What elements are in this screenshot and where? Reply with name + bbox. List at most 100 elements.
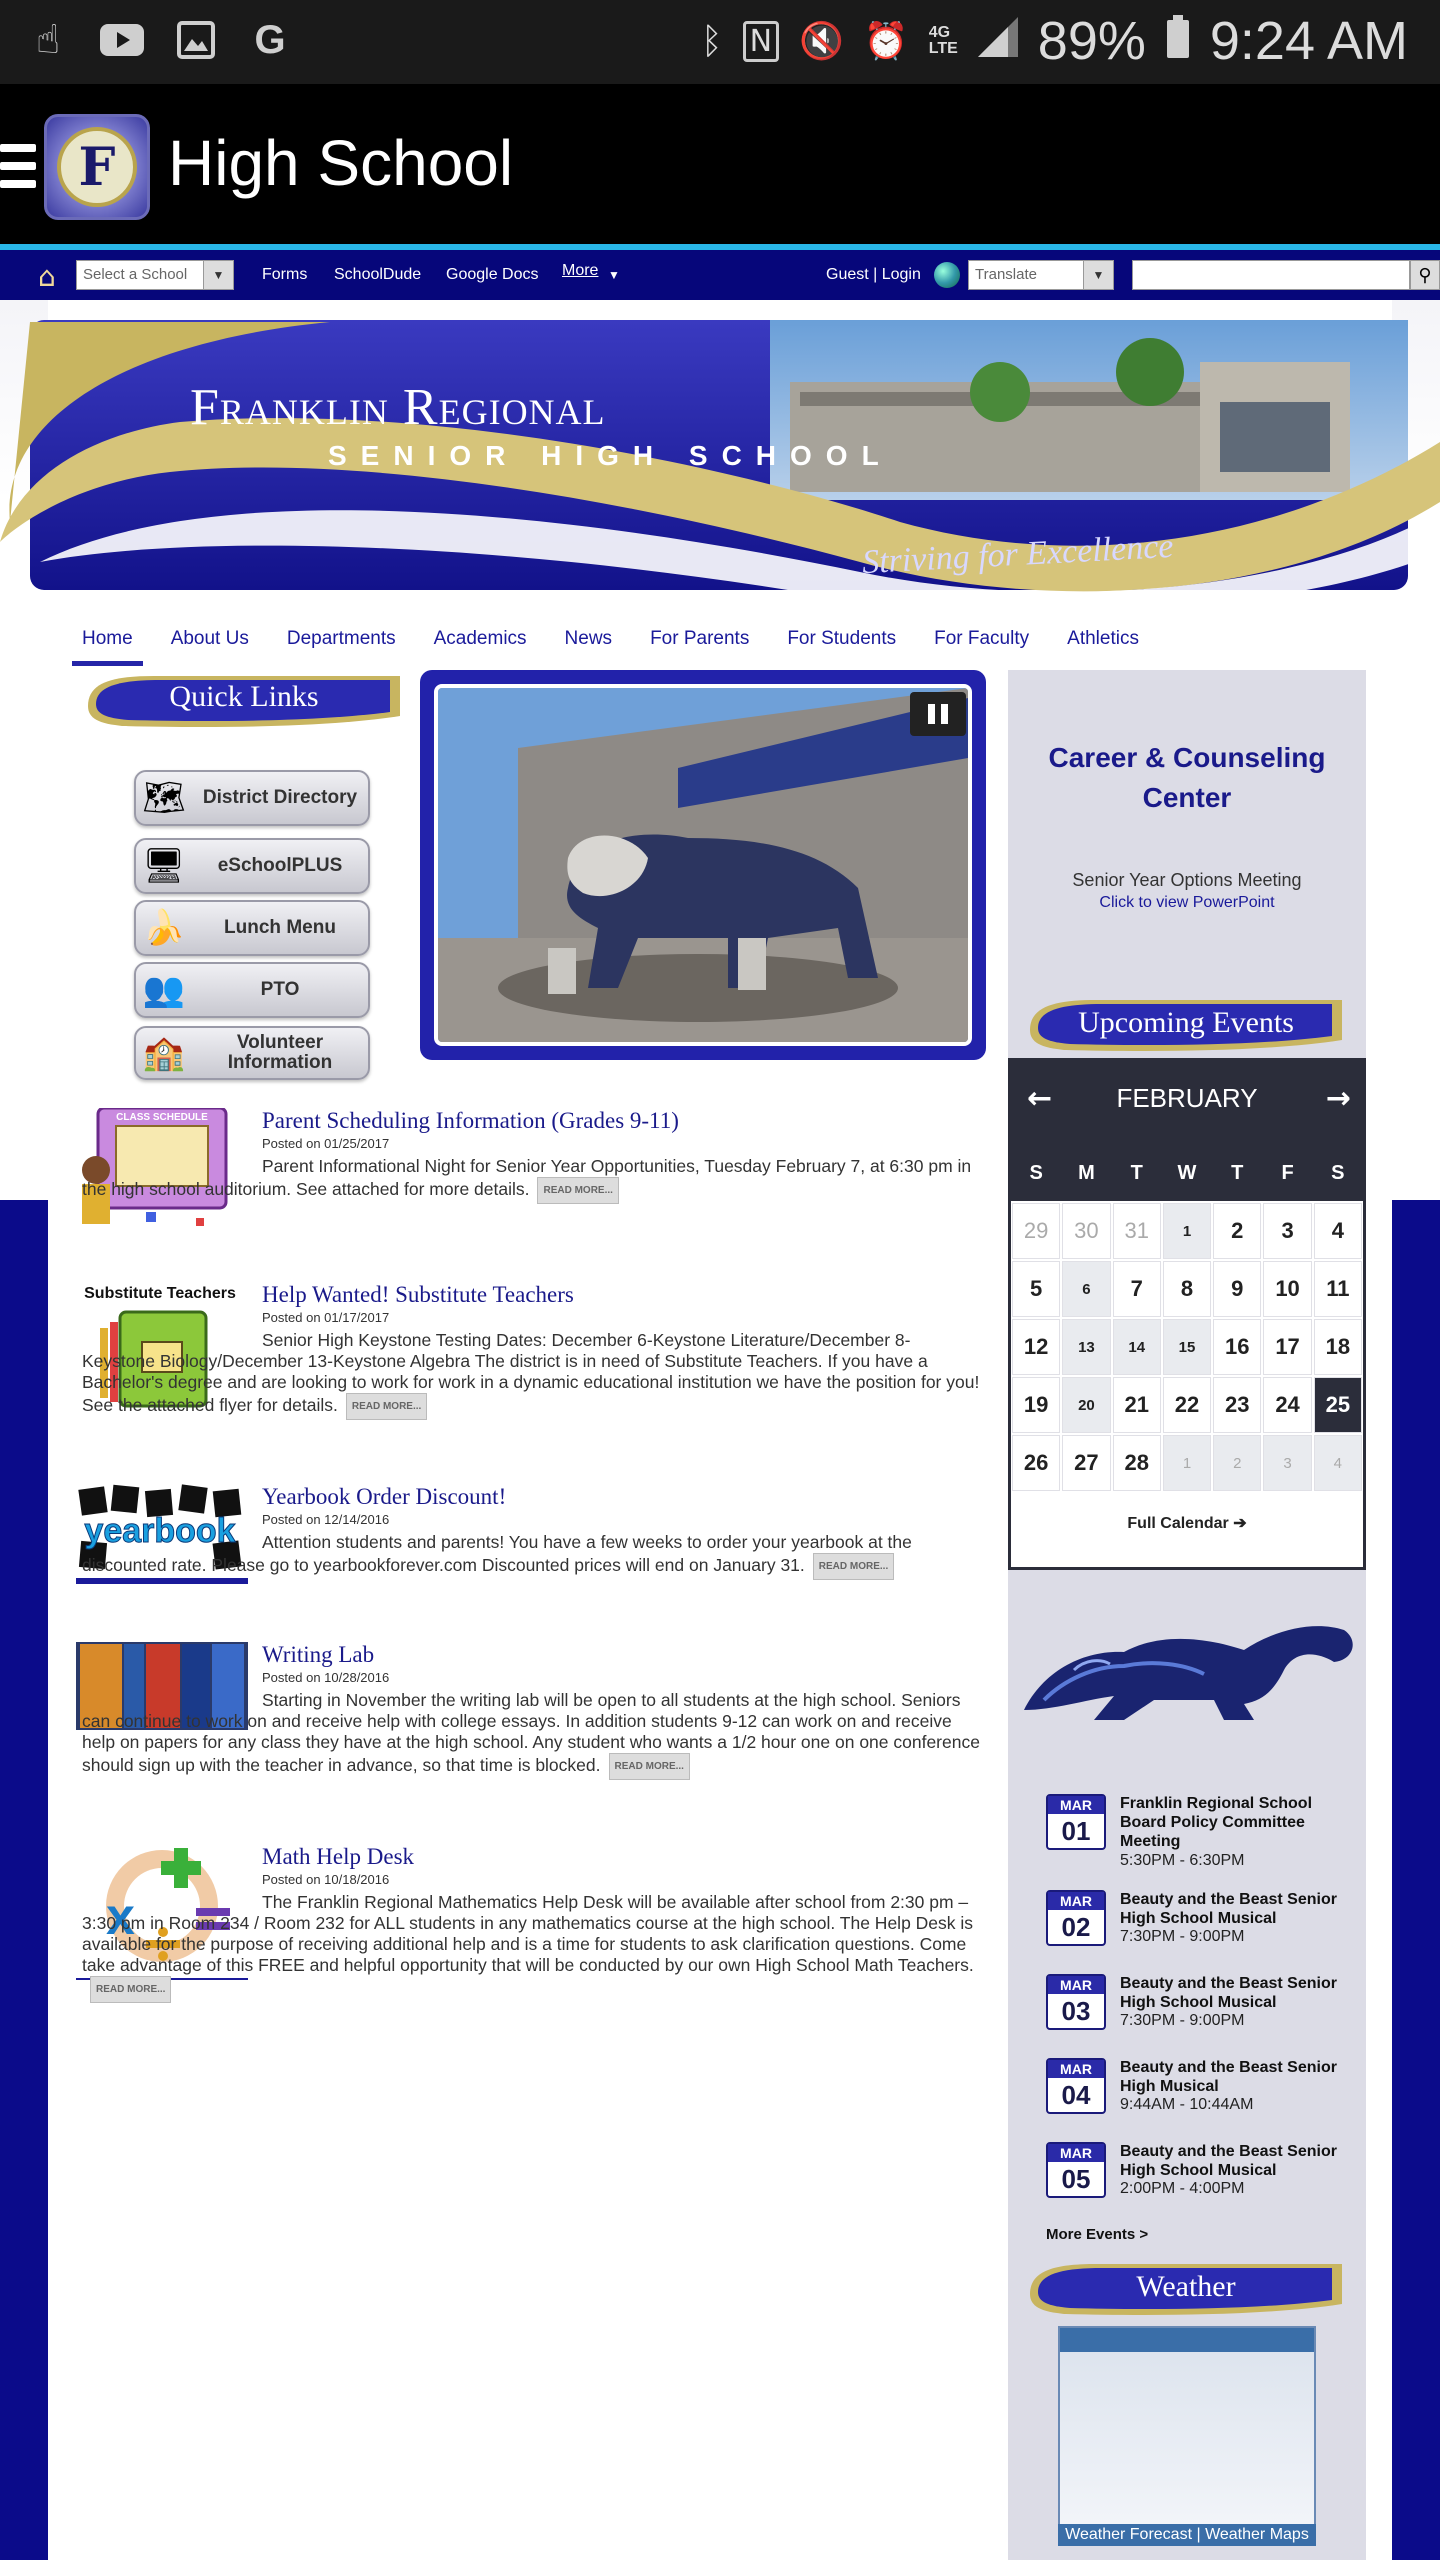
calendar-day[interactable]: 17 (1263, 1319, 1312, 1375)
calendar-day[interactable]: 28 (1112, 1435, 1161, 1491)
calendar-day[interactable]: 2 (1213, 1203, 1262, 1259)
calendar-day[interactable]: 5 (1012, 1261, 1061, 1317)
counseling-title[interactable]: Career & Counseling Center (1008, 738, 1366, 818)
translate-select[interactable]: Translate ▼ (968, 260, 1114, 290)
event-title[interactable]: Franklin Regional School Board Policy Co… (1120, 1794, 1356, 1851)
school-select[interactable]: Select a School ▼ (76, 260, 234, 290)
pto-button[interactable]: 👥 PTO (134, 962, 370, 1018)
event-item[interactable]: MAR 04 Beauty and the Beast Senior High … (1046, 2058, 1356, 2138)
news-title[interactable]: Parent Scheduling Information (Grades 9-… (262, 1108, 679, 1134)
event-month: MAR (1048, 1892, 1104, 1910)
calendar-day[interactable]: 11 (1313, 1261, 1362, 1317)
nav-academics[interactable]: Academics (434, 622, 527, 666)
pause-icon[interactable] (910, 692, 966, 736)
calendar-day[interactable]: 4 (1313, 1435, 1362, 1491)
read-more-button[interactable]: READ MORE... (537, 1177, 619, 1204)
calendar-day[interactable]: 18 (1313, 1319, 1362, 1375)
calendar-day[interactable]: 27 (1062, 1435, 1111, 1491)
calendar-day[interactable]: 3 (1263, 1203, 1312, 1259)
arrow-right-icon[interactable]: → (1326, 1081, 1351, 1116)
news-title[interactable]: Yearbook Order Discount! (262, 1484, 506, 1510)
banana-icon: 🍌 (142, 908, 186, 948)
volunteer-information-button[interactable]: 🏫 Volunteer Information (134, 1026, 370, 1080)
nav-news[interactable]: News (565, 622, 613, 666)
calendar-day[interactable]: 8 (1162, 1261, 1212, 1317)
utility-nav: ⌂ Select a School ▼ Forms SchoolDude Goo… (0, 250, 1440, 300)
calendar-day[interactable]: 31 (1112, 1203, 1161, 1259)
news-title[interactable]: Writing Lab (262, 1642, 374, 1668)
google-docs-link[interactable]: Google Docs (446, 266, 539, 284)
calendar-day[interactable]: 30 (1062, 1203, 1111, 1259)
calendar-day[interactable]: 9 (1213, 1261, 1262, 1317)
calendar-day[interactable]: 12 (1012, 1319, 1061, 1375)
calendar-day[interactable]: 15 (1162, 1319, 1212, 1375)
banner-title: Franklin Regional (190, 379, 606, 436)
calendar-day[interactable]: 25 (1313, 1377, 1362, 1433)
people-icon: 👥 (142, 970, 186, 1010)
home-icon[interactable]: ⌂ (38, 260, 56, 293)
weekday-label: T (1231, 1162, 1244, 1184)
event-title[interactable]: Beauty and the Beast Senior High Musical (1120, 2058, 1356, 2096)
event-item[interactable]: MAR 03 Beauty and the Beast Senior High … (1046, 1974, 1356, 2054)
nav-athletics[interactable]: Athletics (1067, 622, 1139, 666)
more-events-link[interactable]: More Events > (1046, 2226, 1148, 2243)
weather-links[interactable]: Weather Forecast | Weather Maps (1058, 2524, 1316, 2546)
calendar-day[interactable]: 2 (1213, 1435, 1262, 1491)
event-item[interactable]: MAR 01 Franklin Regional School Board Po… (1046, 1794, 1356, 1874)
calendar-day[interactable]: 26 (1012, 1435, 1061, 1491)
menu-icon[interactable] (0, 144, 36, 198)
news-body-text: Starting in November the writing lab wil… (82, 1690, 980, 1776)
calendar-day[interactable]: 21 (1112, 1377, 1161, 1433)
news-title[interactable]: Math Help Desk (262, 1844, 414, 1870)
slideshow-image[interactable] (434, 684, 972, 1046)
event-date-badge: MAR 04 (1046, 2058, 1106, 2114)
calendar-day[interactable]: 24 (1263, 1377, 1312, 1433)
calendar-day[interactable]: 1 (1162, 1203, 1212, 1259)
nav-for-faculty[interactable]: For Faculty (934, 622, 1029, 666)
eschoolplus-button[interactable]: 🖥 eSchoolPLUS (134, 838, 370, 894)
calendar-day[interactable]: 22 (1162, 1377, 1212, 1433)
calendar-day[interactable]: 16 (1213, 1319, 1262, 1375)
news-title[interactable]: Help Wanted! Substitute Teachers (262, 1282, 574, 1308)
forms-link[interactable]: Forms (262, 266, 307, 284)
calendar-day[interactable]: 20 (1062, 1377, 1111, 1433)
event-title[interactable]: Beauty and the Beast Senior High School … (1120, 1890, 1356, 1928)
search-input[interactable] (1132, 260, 1410, 290)
lunch-menu-button[interactable]: 🍌 Lunch Menu (134, 900, 370, 956)
nav-home[interactable]: Home (72, 622, 143, 666)
search-icon[interactable]: ⚲ (1410, 260, 1440, 290)
nav-for-students[interactable]: For Students (787, 622, 896, 666)
calendar-day[interactable]: 1 (1162, 1435, 1212, 1491)
event-item[interactable]: MAR 05 Beauty and the Beast Senior High … (1046, 2142, 1356, 2222)
calendar-day[interactable]: 13 (1062, 1319, 1111, 1375)
full-calendar-link[interactable]: Full Calendar ➔ (1011, 1513, 1363, 1533)
login-link[interactable]: Guest | Login (826, 266, 921, 284)
read-more-button[interactable]: READ MORE... (608, 1753, 690, 1780)
calendar-day[interactable]: 6 (1062, 1261, 1111, 1317)
read-more-button[interactable]: READ MORE... (90, 1976, 172, 2003)
event-title[interactable]: Beauty and the Beast Senior High School … (1120, 1974, 1356, 2012)
read-more-button[interactable]: READ MORE... (812, 1553, 895, 1580)
nav-about-us[interactable]: About Us (171, 622, 249, 666)
calendar-day[interactable]: 23 (1213, 1377, 1262, 1433)
clock: 9:24 AM (1209, 11, 1408, 71)
calendar-day[interactable]: 7 (1112, 1261, 1161, 1317)
district-directory-button[interactable]: 🗺 District Directory (134, 770, 370, 826)
pto-label: PTO (260, 979, 300, 1000)
calendar-day[interactable]: 10 (1263, 1261, 1312, 1317)
read-more-button[interactable]: READ MORE... (345, 1393, 428, 1420)
weather-widget[interactable] (1058, 2326, 1316, 2544)
schooldude-link[interactable]: SchoolDude (334, 266, 421, 284)
event-item[interactable]: MAR 02 Beauty and the Beast Senior High … (1046, 1890, 1356, 1970)
more-link[interactable]: More (562, 262, 598, 280)
calendar-day[interactable]: 14 (1112, 1319, 1161, 1375)
nav-for-parents[interactable]: For Parents (650, 622, 749, 666)
calendar-day[interactable]: 29 (1012, 1203, 1061, 1259)
counseling-powerpoint-link[interactable]: Click to view PowerPoint (1008, 894, 1366, 912)
calendar-day[interactable]: 3 (1263, 1435, 1312, 1491)
nav-departments[interactable]: Departments (287, 622, 396, 666)
event-date-badge: MAR 02 (1046, 1890, 1106, 1946)
event-title[interactable]: Beauty and the Beast Senior High School … (1120, 2142, 1356, 2180)
calendar-day[interactable]: 4 (1313, 1203, 1362, 1259)
calendar-day[interactable]: 19 (1012, 1377, 1061, 1433)
